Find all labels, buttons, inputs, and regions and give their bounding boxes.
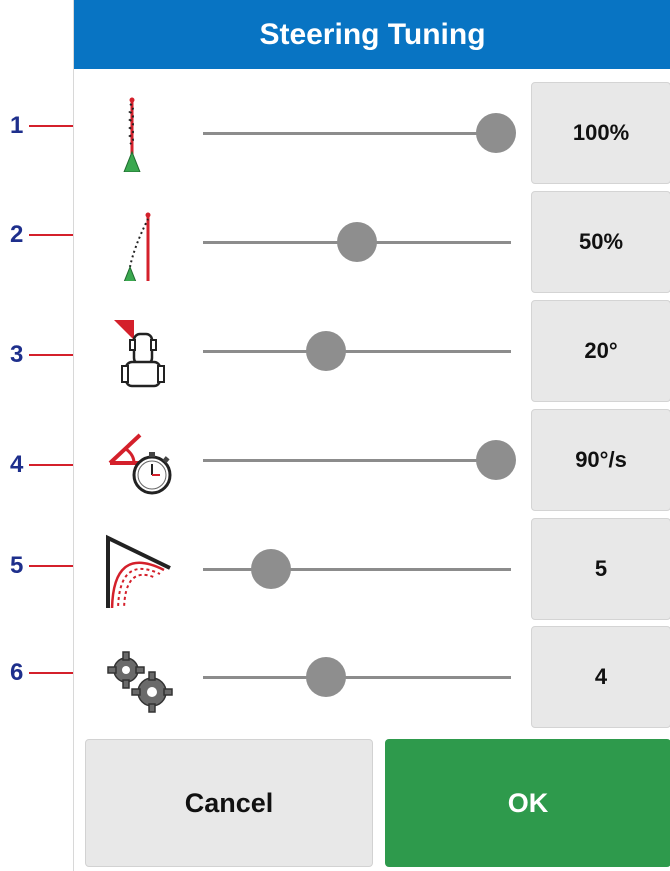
callout-number: 2 (10, 221, 24, 248)
lookahead-tractor-icon (114, 320, 165, 388)
value-button[interactable]: 4 (531, 626, 670, 728)
gears-icon (107, 651, 173, 713)
online-aggressiveness-icon (123, 97, 141, 172)
tuning-row-1: 100% (74, 82, 670, 186)
slider-thumb[interactable] (250, 549, 291, 589)
callout-line (29, 672, 74, 674)
callout-number: 1 (10, 112, 24, 139)
slider-track[interactable] (203, 657, 511, 697)
value-button[interactable]: 50% (531, 191, 670, 293)
dialog-title: Steering Tuning (74, 0, 670, 69)
callout-line (29, 464, 74, 466)
slider-track[interactable] (203, 222, 511, 262)
value-button[interactable]: 90°/s (531, 409, 670, 511)
callout-number: 3 (10, 341, 24, 368)
callout-line (29, 234, 74, 236)
tuning-row-2: 50% (74, 191, 670, 295)
slider-track[interactable] (203, 331, 511, 371)
callout-number: 5 (10, 552, 24, 579)
slider-thumb[interactable] (475, 440, 516, 480)
value-button[interactable]: 100% (531, 82, 670, 184)
value-button[interactable]: 20° (531, 300, 670, 402)
turn-rate-timer-icon (108, 433, 172, 495)
slider-track[interactable] (203, 549, 511, 589)
callout-line (29, 354, 74, 356)
tuning-row-6: 4 (74, 626, 670, 730)
slider-track[interactable] (203, 113, 516, 153)
turn-curve-icon (106, 534, 171, 608)
callout-number: 6 (10, 659, 24, 686)
callout-6: 6 (0, 658, 74, 688)
callout-line (29, 125, 74, 127)
slider-thumb[interactable] (337, 222, 377, 262)
callout-line (29, 565, 74, 567)
tuning-row-4: 90°/s (74, 409, 670, 513)
callout-number: 4 (10, 451, 24, 478)
ok-button[interactable]: OK (385, 739, 670, 867)
cancel-button[interactable]: Cancel (85, 739, 373, 867)
callout-5: 5 (0, 551, 74, 581)
callout-1: 1 (0, 111, 74, 141)
callout-3: 3 (0, 340, 74, 370)
tuning-row-3: 20° (74, 300, 670, 404)
callout-4: 4 (0, 450, 74, 480)
slider-thumb[interactable] (306, 331, 347, 371)
slider-track[interactable] (203, 440, 516, 480)
value-button[interactable]: 5 (531, 518, 670, 620)
callout-2: 2 (0, 220, 74, 250)
steering-tuning-dialog: Steering Tuning 100% 50% 20° 90°/s 5 4 C… (73, 0, 670, 871)
approach-aggressiveness-icon (123, 212, 151, 281)
slider-thumb[interactable] (475, 113, 516, 153)
slider-thumb[interactable] (306, 657, 347, 697)
tuning-row-5: 5 (74, 518, 670, 622)
